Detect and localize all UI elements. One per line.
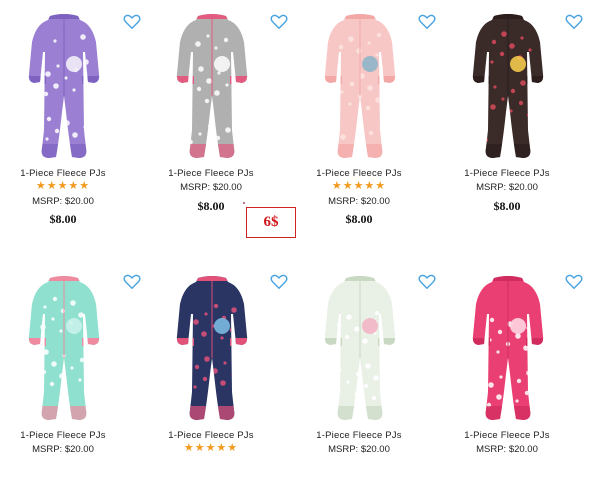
msrp-price: MSRP: $20.00 [32, 444, 94, 455]
favorite-heart-icon[interactable] [270, 14, 288, 30]
promo-label: 6$ [263, 214, 279, 230]
product-card[interactable]: 1-Piece Fleece PJs ★★★★★ MSRP: $20.00 $8.00 [0, 0, 146, 228]
msrp-price: MSRP: $20.00 [476, 182, 538, 193]
favorite-heart-icon[interactable] [418, 14, 436, 30]
product-card[interactable]: 1-Piece Fleece PJs MSRP: $20.00 $8.00 [148, 0, 294, 228]
favorite-heart-icon[interactable] [418, 274, 436, 290]
rating-stars: ★★★★★ [331, 180, 387, 192]
favorite-heart-icon[interactable] [270, 274, 288, 290]
product-title[interactable]: 1-Piece Fleece PJs [296, 430, 422, 441]
sale-price: $8.00 [345, 212, 373, 226]
pajama-image[interactable] [324, 274, 396, 422]
rating-stars: ★★★★★ [35, 180, 91, 192]
rating-stars: ★★★★★ [183, 442, 239, 454]
favorite-heart-icon[interactable] [123, 274, 141, 290]
product-title[interactable]: 1-Piece Fleece PJs [444, 430, 570, 441]
promo-price-badge: 6$ [246, 207, 296, 238]
product-title[interactable]: 1-Piece Fleece PJs [296, 168, 422, 179]
product-card[interactable]: 1-Piece Fleece PJs ★★★★★ MSRP: $20.00 $8.00 [296, 0, 442, 228]
pajama-image[interactable] [472, 12, 544, 160]
pajama-image[interactable] [28, 274, 100, 422]
pajama-image[interactable] [472, 274, 544, 422]
product-title[interactable]: 1-Piece Fleece PJs [148, 168, 274, 179]
favorite-heart-icon[interactable] [565, 14, 583, 30]
favorite-heart-icon[interactable] [565, 274, 583, 290]
favorite-heart-icon[interactable] [123, 14, 141, 30]
pajama-image[interactable] [176, 274, 248, 422]
product-title[interactable]: 1-Piece Fleece PJs [148, 430, 274, 441]
product-title[interactable]: 1-Piece Fleece PJs [0, 168, 126, 179]
msrp-price: MSRP: $20.00 [476, 444, 538, 455]
pajama-image[interactable] [324, 12, 396, 160]
product-title[interactable]: 1-Piece Fleece PJs [444, 168, 570, 179]
pajama-image[interactable] [28, 12, 100, 160]
msrp-price: MSRP: $20.00 [328, 444, 390, 455]
msrp-price: MSRP: $20.00 [180, 182, 242, 193]
pajama-image[interactable] [176, 12, 248, 160]
product-title[interactable]: 1-Piece Fleece PJs [0, 430, 126, 441]
product-card[interactable]: 1-Piece Fleece PJs MSRP: $20.00 $8.00 [444, 0, 590, 228]
msrp-price: MSRP: $20.00 [32, 196, 94, 207]
divider-dot [243, 202, 245, 204]
sale-price: $8.00 [493, 199, 521, 213]
msrp-price: MSRP: $20.00 [328, 196, 390, 207]
sale-price: $8.00 [49, 212, 77, 226]
